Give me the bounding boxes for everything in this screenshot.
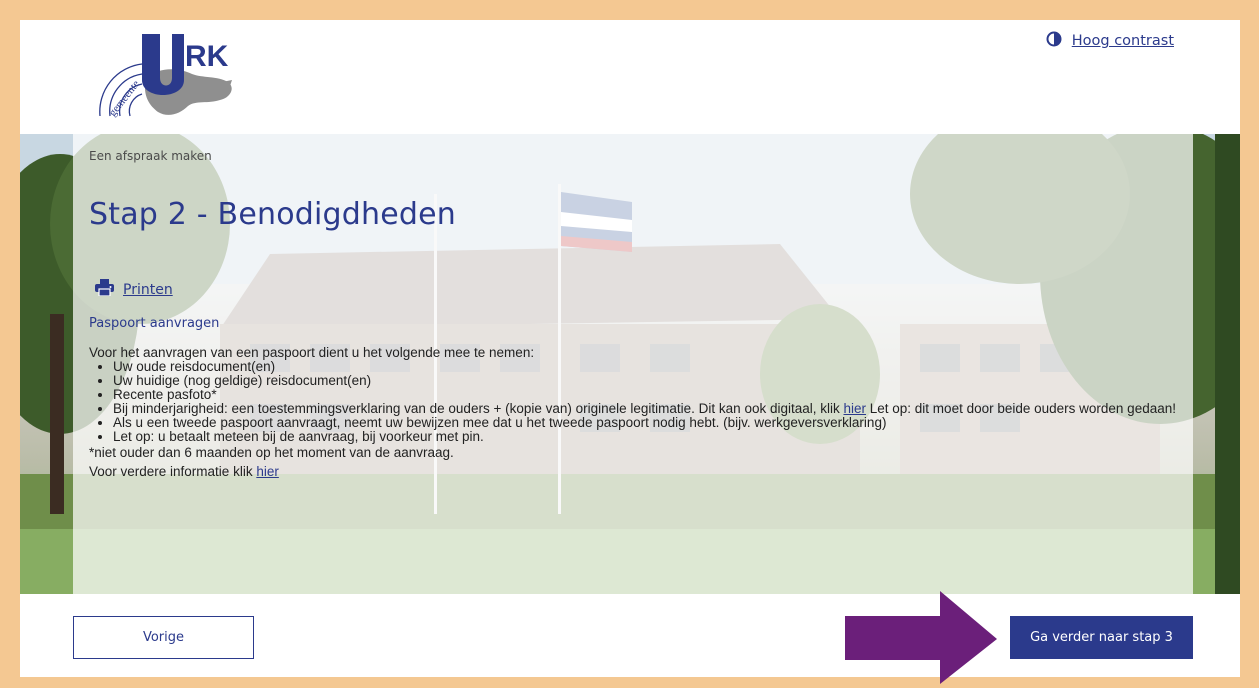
urk-logo[interactable]: RK gemeente	[80, 26, 240, 126]
next-step-button[interactable]: Ga verder naar stap 3	[1010, 616, 1193, 659]
list-item: Als u een tweede paspoort aanvraagt, nee…	[113, 416, 1179, 430]
list-item: Bij minderjarigheid: een toestemmingsver…	[113, 402, 1179, 416]
intro-text: Voor het aanvragen van een paspoort dien…	[89, 345, 535, 360]
footer: Vorige Ga verder naar stap 3	[20, 594, 1240, 677]
more-info-link[interactable]: hier	[256, 464, 279, 479]
content-panel: Een afspraak maken Stap 2 - Benodigdhede…	[73, 134, 1193, 594]
page-title: Stap 2 - Benodigdheden	[89, 197, 457, 232]
list-item-text: Let op: dit moet door beide ouders worde…	[866, 401, 1176, 416]
digital-consent-link[interactable]: hier	[844, 401, 867, 416]
footnote: *niet ouder dan 6 maanden op het moment …	[89, 445, 454, 460]
requirements-list: Uw oude reisdocument(en) Uw huidige (nog…	[89, 360, 1179, 444]
print-label[interactable]: Printen	[123, 282, 173, 298]
hero: Een afspraak maken Stap 2 - Benodigdhede…	[20, 134, 1240, 594]
purple-arrow-annotation	[845, 591, 997, 684]
page-frame: RK gemeente Hoog contrast Een afspraak m…	[20, 20, 1240, 677]
list-item: Let op: u betaalt meteen bij de aanvraag…	[113, 430, 1179, 444]
previous-button[interactable]: Vorige	[73, 616, 254, 659]
contrast-toggle[interactable]: Hoog contrast	[1046, 31, 1174, 51]
breadcrumb[interactable]: Een afspraak maken	[89, 149, 212, 163]
list-item: Uw huidige (nog geldige) reisdocument(en…	[113, 374, 1179, 388]
printer-icon	[95, 279, 114, 301]
contrast-icon	[1046, 31, 1062, 51]
list-item-text: Bij minderjarigheid: een toestemmingsver…	[113, 401, 844, 416]
more-info-text: Voor verdere informatie klik	[89, 464, 257, 479]
content-body: Voor het aanvragen van een paspoort dien…	[89, 346, 1179, 479]
section-title: Paspoort aanvragen	[89, 316, 220, 331]
header: RK gemeente Hoog contrast	[20, 20, 1240, 134]
list-item: Uw oude reisdocument(en)	[113, 360, 1179, 374]
more-info: Voor verdere informatie klik hier	[89, 465, 1179, 479]
list-item: Recente pasfoto*	[113, 388, 1179, 402]
print-button[interactable]: Printen	[95, 279, 173, 301]
logo-rk-text: RK	[185, 40, 229, 73]
contrast-label[interactable]: Hoog contrast	[1072, 33, 1174, 49]
